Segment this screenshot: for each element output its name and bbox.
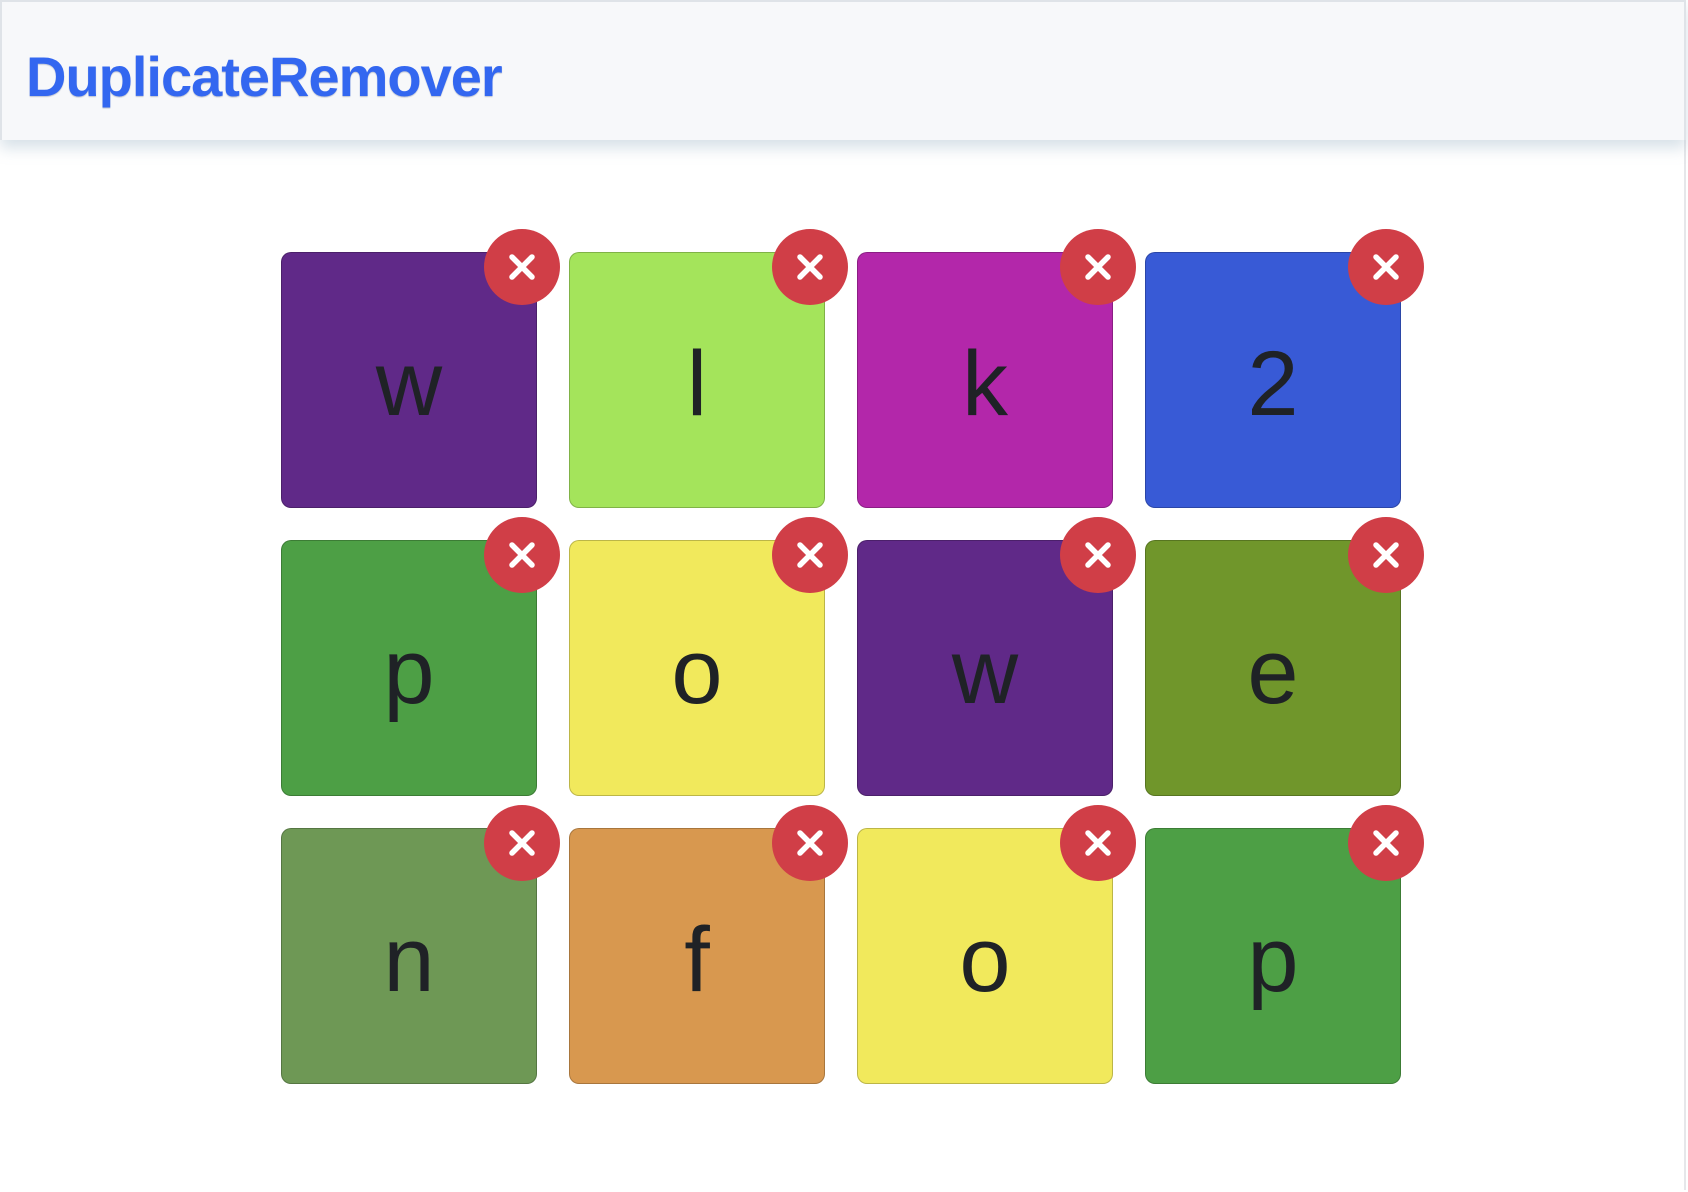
tile-grid: w l k 2 p o w e n f o p — [281, 229, 1424, 1084]
remove-tile-button[interactable] — [1060, 517, 1136, 593]
close-icon — [509, 254, 535, 280]
close-icon — [1085, 254, 1111, 280]
letter-tile: n — [281, 805, 560, 1084]
remove-tile-button[interactable] — [484, 229, 560, 305]
letter-tile: o — [857, 805, 1136, 1084]
close-icon — [1373, 830, 1399, 856]
remove-tile-button[interactable] — [772, 517, 848, 593]
close-icon — [1373, 254, 1399, 280]
letter-tile: w — [857, 517, 1136, 796]
close-icon — [1085, 830, 1111, 856]
remove-tile-button[interactable] — [484, 517, 560, 593]
remove-tile-button[interactable] — [772, 805, 848, 881]
close-icon — [509, 542, 535, 568]
letter-tile: e — [1145, 517, 1424, 796]
remove-tile-button[interactable] — [1060, 229, 1136, 305]
letter-tile: 2 — [1145, 229, 1424, 508]
remove-tile-button[interactable] — [484, 805, 560, 881]
remove-tile-button[interactable] — [1348, 517, 1424, 593]
letter-tile: w — [281, 229, 560, 508]
letter-tile: p — [281, 517, 560, 796]
brand-title[interactable]: DuplicateRemover — [26, 44, 503, 110]
close-icon — [797, 542, 823, 568]
close-icon — [797, 830, 823, 856]
remove-tile-button[interactable] — [1348, 229, 1424, 305]
remove-tile-button[interactable] — [1348, 805, 1424, 881]
navbar: DuplicateRemover — [0, 0, 1686, 140]
letter-tile: p — [1145, 805, 1424, 1084]
letter-tile: o — [569, 517, 848, 796]
close-icon — [509, 830, 535, 856]
remove-tile-button[interactable] — [772, 229, 848, 305]
close-icon — [797, 254, 823, 280]
letter-tile: l — [569, 229, 848, 508]
remove-tile-button[interactable] — [1060, 805, 1136, 881]
letter-tile: k — [857, 229, 1136, 508]
close-icon — [1085, 542, 1111, 568]
close-icon — [1373, 542, 1399, 568]
letter-tile: f — [569, 805, 848, 1084]
